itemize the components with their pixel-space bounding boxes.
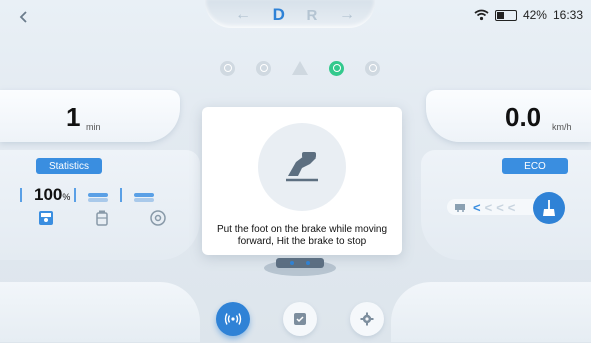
time-unit: min [86, 122, 101, 132]
battery-icon [494, 9, 517, 21]
brush-mode-button[interactable] [533, 192, 565, 224]
indicator-light-5-icon [365, 60, 380, 76]
clock: 16:33 [552, 8, 583, 22]
indicator-light-1-icon [220, 60, 235, 76]
warning-triangle-icon [292, 61, 308, 75]
dialog-message: Put the foot on the brake while moving f… [216, 224, 388, 247]
statistics-row: 100% [20, 185, 155, 205]
tank-icon [94, 210, 110, 226]
brush-disc-icon [150, 210, 166, 226]
time-panel [0, 90, 180, 142]
bottom-right-panel [391, 282, 591, 342]
brake-instruction-dialog: Put the foot on the brake while moving f… [202, 107, 402, 255]
statistics-icons [38, 210, 166, 226]
machine-icon [455, 204, 465, 212]
statistics-tab[interactable]: Statistics [36, 158, 102, 174]
chevron-left-icon [19, 11, 27, 23]
checklist-button[interactable] [283, 302, 317, 336]
eco-tab[interactable]: ECO [502, 158, 568, 174]
level-bar [134, 193, 155, 197]
settings-button[interactable] [350, 302, 384, 336]
divider [74, 188, 77, 202]
level-bar [88, 193, 109, 197]
speed-unit: km/h [552, 122, 572, 132]
indicator-lights [220, 58, 380, 78]
chevron-left-icon: < [496, 199, 504, 215]
robot-image [262, 255, 338, 277]
broadcast-icon [224, 313, 242, 325]
foot-brake-icon [258, 123, 346, 211]
gear-right-arrow[interactable]: → [339, 6, 355, 24]
speed-value: 0.0 [505, 102, 542, 132]
divider [20, 188, 22, 202]
gear-reverse[interactable]: R [307, 7, 318, 24]
wifi-icon [474, 9, 489, 21]
percent-value: 100% [34, 185, 71, 204]
status-bar: 42% 16:33 [474, 6, 583, 24]
dashboard-screen: ← D R → 42% 16:33 1 min 0.0 km/h Statist… [0, 0, 591, 343]
broom-icon [543, 200, 555, 216]
gear-left-arrow[interactable]: ← [235, 6, 251, 24]
indicator-light-2-icon [256, 60, 271, 76]
broadcast-button[interactable] [216, 302, 250, 336]
battery-percent: 42% [522, 8, 547, 22]
divider [120, 188, 123, 202]
gear-drive[interactable]: D [273, 5, 285, 25]
checklist-icon [294, 313, 306, 325]
time-value: 1 [66, 102, 81, 132]
chevron-left-icon: < [507, 199, 516, 215]
water-tank-icon [38, 210, 54, 226]
back-button[interactable] [14, 7, 34, 27]
gear-icon [360, 312, 374, 326]
chevron-left-icon: < [473, 199, 481, 215]
gear-selector: ← D R → [235, 5, 355, 25]
bottom-left-panel [0, 282, 200, 342]
indicator-light-active-icon [329, 60, 344, 76]
chevron-left-icon: < [484, 199, 493, 215]
